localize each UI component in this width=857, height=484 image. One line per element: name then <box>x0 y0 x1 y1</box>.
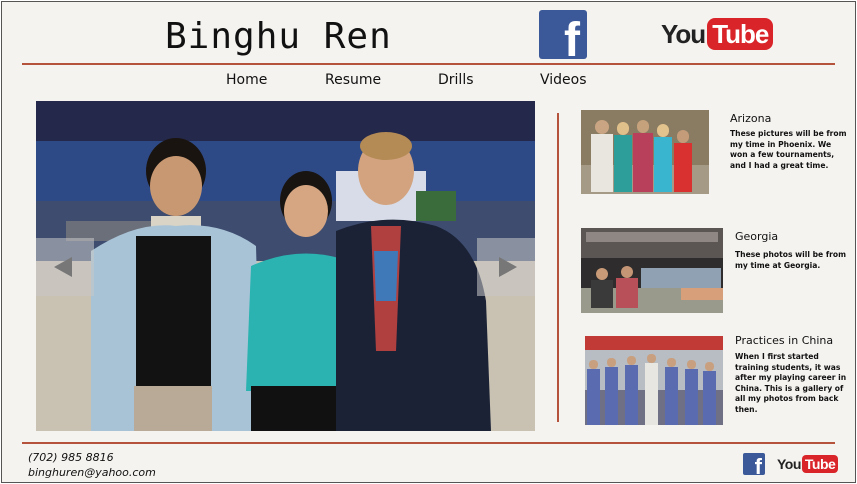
photo-arizona-group <box>581 110 718 194</box>
chevron-right-icon[interactable] <box>477 238 535 296</box>
photo-georgia-university <box>581 228 723 313</box>
gallery-title-practices-in-china[interactable]: Practices in China <box>735 334 833 347</box>
photo-people-at-tournament <box>36 101 535 431</box>
youtube-footer-you: You <box>777 456 801 472</box>
nav-videos[interactable]: Videos <box>540 72 587 88</box>
vertical-divider <box>557 113 559 422</box>
nav-home[interactable]: Home <box>226 72 267 88</box>
youtube-footer-tube: Tube <box>801 455 839 473</box>
photo-china-team <box>585 336 723 425</box>
gallery-title-arizona[interactable]: Arizona <box>730 112 771 125</box>
gallery-thumb-arizona[interactable] <box>581 110 718 194</box>
site-title: Binghu Ren <box>165 16 392 57</box>
youtube-logo-tube: Tube <box>707 18 774 50</box>
contact-phone: (702) 985 8816 <box>28 451 114 464</box>
chevron-left-icon[interactable] <box>36 238 94 296</box>
slideshow-photo <box>36 101 535 431</box>
gallery-description-arizona: These pictures will be from my time in P… <box>730 129 847 170</box>
youtube-icon[interactable]: You Tube <box>661 18 774 50</box>
gallery-thumb-georgia[interactable] <box>581 228 723 313</box>
gallery-thumb-practices-in-china[interactable] <box>585 336 723 425</box>
youtube-icon-footer[interactable]: You Tube <box>777 455 839 473</box>
gallery-description-georgia: These photos will be from my time at Geo… <box>735 250 846 270</box>
youtube-logo-you: You <box>661 18 706 49</box>
header-divider <box>22 63 835 65</box>
nav-resume[interactable]: Resume <box>325 72 381 88</box>
footer-divider <box>22 442 835 444</box>
facebook-icon-footer[interactable]: f <box>743 453 765 475</box>
facebook-icon[interactable]: f <box>539 10 587 59</box>
contact-email[interactable]: binghuren@yahoo.com <box>28 466 156 479</box>
gallery-title-georgia[interactable]: Georgia <box>735 230 778 243</box>
nav-drills[interactable]: Drills <box>438 72 474 88</box>
gallery-description-practices-in-china: When I first started training students, … <box>735 352 847 414</box>
